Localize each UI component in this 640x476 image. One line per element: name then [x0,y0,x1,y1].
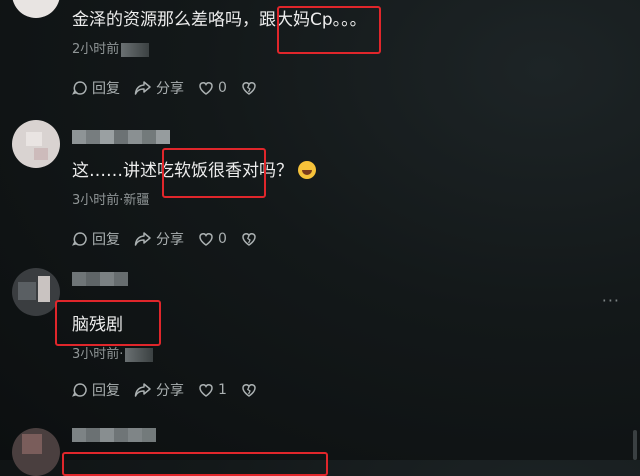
like-count: 1 [218,382,227,398]
share-button[interactable]: 分享 [134,380,184,400]
reply-button[interactable]: 回复 [72,380,120,400]
like-button[interactable]: 0 [198,231,227,247]
blurred-location [125,347,154,362]
comment-item: 金泽的资源那么差咯吗，跟大妈Cp。。。 2小时前 回复 分享 0 [0,0,640,110]
comment-time: 2小时前 [72,42,120,57]
share-icon [134,383,151,397]
like-button[interactable]: 0 [198,80,227,96]
avatar[interactable] [12,0,60,18]
avatar[interactable] [12,428,60,476]
avatar[interactable] [12,268,60,316]
dislike-button[interactable] [241,80,261,96]
share-button[interactable]: 分享 [134,229,184,249]
reply-button[interactable]: 回复 [72,78,120,98]
laughing-emoji-icon [298,161,317,179]
highlight-box [55,300,161,346]
dislike-broken-heart-icon [242,384,256,397]
reply-icon [72,232,87,246]
share-icon [134,232,151,246]
like-heart-icon [199,233,213,246]
blurred-location [121,42,150,57]
dislike-broken-heart-icon [242,233,256,246]
comment-time: 3小时前· [72,347,124,362]
comment-actions: 回复 分享 0 [72,228,275,250]
share-icon [134,81,151,95]
dislike-button[interactable] [241,382,261,398]
comment-time: 3小时前·新疆 [72,193,150,208]
comment-item: 这……讲述吃软饭很香对吗？ 3小时前·新疆 回复 分享 0 [0,110,640,260]
comment-item: 脑残剧 3小时前· 回复 分享 1 [0,260,640,410]
share-button[interactable]: 分享 [134,78,184,98]
blurred-username[interactable] [72,272,128,286]
comment-meta: 3小时前· [72,347,154,363]
like-count: 0 [218,231,227,247]
like-button[interactable]: 1 [198,382,227,398]
reply-icon [72,81,87,95]
avatar[interactable] [12,120,60,168]
highlight-box [162,148,266,198]
share-label: 分享 [156,383,184,399]
blurred-username[interactable] [72,428,156,442]
comment-actions: 回复 分享 0 [72,77,275,99]
comment-actions: 回复 分享 1 [72,379,275,401]
blurred-username[interactable] [72,130,170,144]
dislike-button[interactable] [241,231,261,247]
comment-meta: 3小时前·新疆 [72,193,149,209]
highlight-box [62,452,328,476]
highlight-box [277,6,381,54]
reply-label: 回复 [92,81,120,97]
scrollbar[interactable] [633,430,637,460]
more-dots-icon[interactable]: ··· [602,291,620,310]
reply-label: 回复 [92,232,120,248]
like-heart-icon [199,384,213,397]
like-count: 0 [218,80,227,96]
share-label: 分享 [156,81,184,97]
dislike-broken-heart-icon [242,82,256,95]
reply-label: 回复 [92,383,120,399]
like-heart-icon [199,82,213,95]
reply-icon [72,383,87,397]
comment-meta: 2小时前 [72,42,150,58]
comment-item [0,410,640,476]
share-label: 分享 [156,232,184,248]
reply-button[interactable]: 回复 [72,229,120,249]
